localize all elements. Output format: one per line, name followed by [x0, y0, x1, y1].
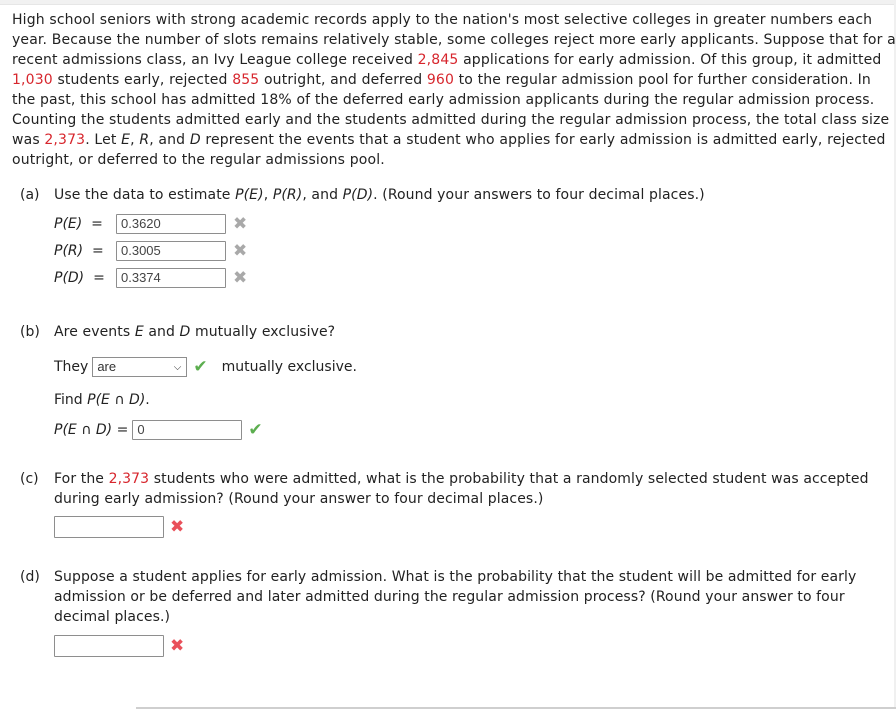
select-value: are: [97, 359, 117, 374]
text: to the regular admission pool for furthe…: [454, 72, 871, 88]
applications-count: 2,845: [417, 52, 459, 68]
rejected-count: 855: [232, 72, 260, 88]
top-border: [0, 0, 896, 5]
text: students early, rejected: [52, 72, 233, 88]
intro-line: Counting the students admitted early and…: [12, 112, 890, 128]
pd-input[interactable]: 0.3374: [116, 268, 226, 288]
text: outright, and deferred: [259, 72, 427, 88]
intersection-row: P(E ∩ D) = 0 ✔: [54, 418, 263, 442]
part-c-question: For the 2,373 students who were admitted…: [54, 469, 869, 509]
part-label: (b): [20, 324, 40, 340]
part-c-answer-row: ✖: [54, 515, 184, 539]
expr: P(D): [342, 187, 374, 203]
incorrect-x-icon: ✖: [170, 516, 185, 537]
answer-label: P(E) =: [54, 216, 116, 232]
problem-statement: High school seniors with strong academic…: [12, 10, 896, 170]
intro-line: 1,030 students early, rejected 855 outri…: [12, 70, 896, 90]
var-d: D: [189, 132, 201, 148]
var-r: R: [139, 132, 150, 148]
exclusive-row: They are ⌵ ✔ mutually exclusive.: [54, 355, 357, 379]
expr: P(R): [54, 243, 84, 259]
expr: P(E): [54, 216, 83, 232]
equals: =: [92, 243, 104, 259]
answer-row-pr: P(R) = 0.3005 ✖: [54, 239, 247, 263]
text: mutually exclusive?: [190, 324, 336, 340]
text: . (Round your answers to four decimal pl…: [373, 187, 705, 203]
incorrect-x-icon: ✖: [170, 635, 185, 656]
part-d-answer-row: ✖: [54, 634, 184, 658]
they-label: They: [54, 359, 89, 375]
part-b-question: Are events E and D mutually exclusive?: [54, 322, 335, 342]
part-c-input[interactable]: [54, 516, 164, 538]
part-label: (d): [20, 569, 40, 585]
incorrect-x-icon: ✖: [233, 267, 248, 288]
text: was: [12, 132, 45, 148]
var-e: E: [121, 132, 131, 148]
expr: P(D): [54, 270, 85, 286]
part-a-question: Use the data to estimate P(E), P(R), and…: [54, 185, 705, 205]
equals: =: [93, 270, 105, 286]
part-d-input[interactable]: [54, 635, 164, 657]
expr: P(E ∩ D): [54, 422, 113, 438]
text: applications for early admission. Of thi…: [458, 52, 882, 68]
answer-label: P(D) =: [54, 270, 116, 286]
answer-label: P(E ∩ D) =: [54, 422, 128, 438]
expr: P(E): [235, 187, 264, 203]
intersection-input[interactable]: 0: [132, 420, 243, 440]
expr: P(R): [272, 187, 303, 203]
correct-check-icon: ✔: [193, 356, 208, 377]
text: Use the data to estimate: [54, 187, 236, 203]
text: and: [143, 324, 180, 340]
find-row: Find P(E ∩ D).: [54, 388, 150, 412]
text: during early admission? (Round your answ…: [54, 491, 544, 507]
text: ,: [130, 132, 140, 148]
text: , and: [149, 132, 190, 148]
intro-line: year. Because the number of slots remain…: [12, 32, 896, 48]
admitted-early-count: 1,030: [12, 72, 53, 88]
text: recent admissions class, an Ivy League c…: [12, 52, 418, 68]
intro-line: High school seniors with strong academic…: [12, 12, 873, 28]
class-size-count: 2,373: [108, 471, 150, 487]
var-d: D: [179, 324, 191, 340]
deferred-count: 960: [426, 72, 455, 88]
incorrect-x-icon: ✖: [233, 240, 248, 261]
text: For the: [54, 471, 109, 487]
part-label: (c): [20, 471, 39, 487]
answer-row-pe: P(E) = 0.3620 ✖: [54, 212, 247, 236]
text: ,: [263, 187, 273, 203]
intro-line: outright, or deferred to the regular adm…: [12, 152, 385, 168]
text: Are events: [54, 324, 135, 340]
text: , and: [302, 187, 343, 203]
text: admission or be deferred and later admit…: [54, 589, 845, 605]
exclusive-select[interactable]: are ⌵: [92, 357, 188, 377]
equals: =: [116, 422, 129, 438]
class-size-count: 2,373: [44, 132, 86, 148]
incorrect-x-icon: ✖: [233, 213, 248, 234]
pr-input[interactable]: 0.3005: [116, 241, 226, 261]
text: Suppose a student applies for early admi…: [54, 569, 857, 585]
text: Find: [54, 392, 83, 408]
correct-check-icon: ✔: [248, 419, 263, 440]
text: students who were admitted, what is the …: [149, 471, 869, 487]
text: represent the events that a student who …: [200, 132, 886, 148]
equals: =: [91, 216, 103, 232]
text: decimal places.): [54, 609, 171, 625]
text: .: [145, 392, 150, 408]
part-d-question: Suppose a student applies for early admi…: [54, 567, 856, 627]
intro-line: the past, this school has admitted 18% o…: [12, 92, 875, 108]
answer-row-pd: P(D) = 0.3374 ✖: [54, 266, 247, 290]
intro-line: recent admissions class, an Ivy League c…: [12, 50, 896, 70]
pe-input[interactable]: 0.3620: [116, 214, 226, 234]
part-label: (a): [20, 187, 40, 203]
expr: P(E ∩ D): [87, 392, 146, 408]
exclusive-suffix: mutually exclusive.: [221, 359, 357, 375]
intro-line: was 2,373. Let E, R, and D represent the…: [12, 130, 896, 150]
text: . Let: [85, 132, 122, 148]
var-e: E: [134, 324, 144, 340]
chevron-down-icon: ⌵: [173, 362, 182, 373]
answer-label: P(R) =: [54, 243, 116, 259]
